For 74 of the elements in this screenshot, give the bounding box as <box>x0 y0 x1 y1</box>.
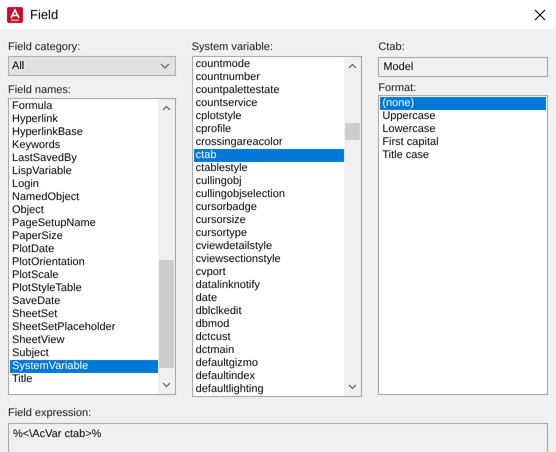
list-item[interactable]: cvport <box>194 266 344 279</box>
list-item[interactable]: defaultgizmo <box>194 357 344 370</box>
list-item[interactable]: crossingareacolor <box>194 136 344 149</box>
list-item[interactable]: PlotStyleTable <box>10 282 158 295</box>
list-item[interactable]: Hyperlink <box>10 113 158 126</box>
list-item[interactable]: cullingobjselection <box>194 188 344 201</box>
chevron-down-icon <box>160 63 170 69</box>
list-item[interactable]: Title <box>10 373 158 386</box>
app-logo-icon <box>7 6 23 22</box>
list-item[interactable]: ctablestyle <box>194 162 344 175</box>
close-icon[interactable] <box>534 8 546 20</box>
list-item[interactable]: Title case <box>380 149 546 162</box>
list-item[interactable]: cplotstyle <box>194 110 344 123</box>
list-item[interactable]: datalinknotify <box>194 279 344 292</box>
scroll-up-icon[interactable] <box>348 63 358 69</box>
list-item[interactable]: cullingobj <box>194 175 344 188</box>
field-label: Ctab: <box>378 41 405 54</box>
list-item[interactable]: Keywords <box>10 139 158 152</box>
list-item[interactable]: Object <box>10 204 158 217</box>
scroll-thumb[interactable] <box>158 260 174 368</box>
window-title: Field <box>30 6 58 24</box>
list-item[interactable]: First capital <box>380 136 546 149</box>
scroll-thumb[interactable] <box>345 123 360 140</box>
list-item[interactable]: countpalettestate <box>194 84 344 97</box>
list-item[interactable]: Uppercase <box>380 110 546 123</box>
list-item[interactable]: Lowercase <box>380 123 546 136</box>
list-item[interactable]: SheetView <box>10 334 158 347</box>
list-item[interactable]: SheetSet <box>10 308 158 321</box>
list-item[interactable]: PlotOrientation <box>10 256 158 269</box>
scrollbar[interactable] <box>158 99 175 394</box>
list-item[interactable]: PlotDate <box>10 243 158 256</box>
list-item[interactable]: LastSavedBy <box>10 152 158 165</box>
list-item[interactable]: SheetSetPlaceholder <box>10 321 158 334</box>
field-label: Field expression: <box>8 407 92 420</box>
scroll-down-icon[interactable] <box>162 382 171 388</box>
field-label: Field names: <box>8 84 71 97</box>
list-item[interactable]: SaveDate <box>10 295 158 308</box>
ctab-value-field: Model <box>378 57 548 77</box>
list-item[interactable]: cviewsectionstyle <box>194 253 344 266</box>
list-item[interactable]: countservice <box>194 97 344 110</box>
list-item[interactable]: LispVariable <box>10 165 158 178</box>
list-item[interactable]: ctab <box>194 149 344 162</box>
list-item[interactable]: Formula <box>10 100 158 113</box>
list-item[interactable]: defaultlighting <box>194 383 344 396</box>
expression-field: %<\AcVar ctab>% <box>8 423 548 452</box>
category-dropdown[interactable]: All <box>8 56 176 76</box>
list-item[interactable]: cprofile <box>194 123 344 136</box>
list-item[interactable]: SystemVariable <box>10 360 158 373</box>
list-item[interactable]: cursorbadge <box>194 201 344 214</box>
list-item[interactable]: HyperlinkBase <box>10 126 158 139</box>
field-label: Field category: <box>8 41 80 54</box>
list-item[interactable]: PageSetupName <box>10 217 158 230</box>
scrollbar[interactable] <box>344 57 362 396</box>
list-item[interactable]: dbmod <box>194 318 344 331</box>
list-item[interactable]: dctmain <box>194 344 344 357</box>
list-item[interactable]: Login <box>10 178 158 191</box>
list-item[interactable]: (none) <box>380 97 546 110</box>
field-label: Format: <box>378 82 416 95</box>
list-item[interactable]: dctcust <box>194 331 344 344</box>
field-label: System variable: <box>192 41 273 54</box>
list-item[interactable]: cviewdetailstyle <box>194 240 344 253</box>
list-item[interactable]: cursortype <box>194 227 344 240</box>
list-item[interactable]: countnumber <box>194 71 344 84</box>
list-item[interactable]: PlotScale <box>10 269 158 282</box>
list-item[interactable]: PaperSize <box>10 230 158 243</box>
list-item[interactable]: defaultindex <box>194 370 344 383</box>
list-item[interactable]: date <box>194 292 344 305</box>
list-item[interactable]: dblclkedit <box>194 305 344 318</box>
scroll-down-icon[interactable] <box>348 384 358 390</box>
list-item[interactable]: Subject <box>10 347 158 360</box>
list-item[interactable]: NamedObject <box>10 191 158 204</box>
scroll-up-icon[interactable] <box>162 105 171 111</box>
list-item[interactable]: cursorsize <box>194 214 344 227</box>
list-item[interactable]: countmode <box>194 58 344 71</box>
